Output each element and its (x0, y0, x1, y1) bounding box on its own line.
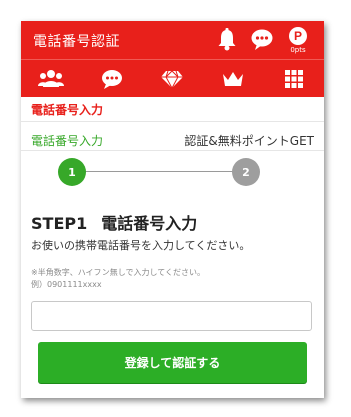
input-note-line1: ※半角数字、ハイフン無しで入力してください。 (31, 268, 205, 277)
form-description: お使いの携帯電話番号を入力してください。 (31, 239, 251, 252)
points-badge[interactable]: P 0pts (283, 25, 309, 55)
app-header: 電話番号認証 P 0pts (21, 21, 324, 59)
points-icon: P (289, 27, 307, 45)
step-labels: 電話番号入力 認証&無料ポイントGET (21, 130, 324, 151)
tab-diamond[interactable] (142, 60, 203, 97)
step1-label: 電話番号入力 (31, 134, 104, 148)
step-connector (72, 171, 247, 172)
form-heading-text: 電話番号入力 (101, 214, 198, 233)
page-title: 電話番号認証 (33, 34, 120, 50)
bell-icon[interactable] (214, 25, 240, 55)
app-frame: 電話番号認証 P 0pts 電話番号入力 電話番号入力 認証&無料ポイントGET… (21, 21, 324, 398)
crown-icon (223, 71, 244, 86)
form-heading-step: STEP1 (31, 214, 88, 233)
tab-crown[interactable] (203, 60, 264, 97)
tab-chat[interactable] (82, 60, 143, 97)
input-note-example: 例）0901111xxxx (31, 280, 102, 289)
step-progress: 1 2 (21, 151, 324, 191)
step2-indicator: 2 (232, 158, 260, 186)
step2-label: 認証&無料ポイントGET (184, 134, 314, 148)
tab-menu[interactable] (263, 60, 324, 97)
form-heading: STEP1 電話番号入力 (31, 210, 197, 234)
grid-icon (284, 69, 303, 88)
step1-indicator: 1 (58, 158, 86, 186)
section-header: 電話番号入力 (21, 96, 324, 122)
diamond-icon (161, 69, 184, 88)
people-icon (38, 69, 65, 87)
points-value: 0pts (290, 46, 306, 54)
chat-bubble-icon (101, 69, 122, 89)
input-note: ※半角数字、ハイフン無しで入力してください。 例）0901111xxxx (31, 267, 205, 291)
tab-people[interactable] (21, 60, 82, 97)
section-title: 電話番号入力 (31, 103, 104, 117)
phone-number-input[interactable] (31, 301, 312, 331)
chat-icon[interactable] (249, 25, 275, 55)
register-verify-button[interactable]: 登録して認証する (38, 342, 307, 383)
category-icon-bar (21, 59, 324, 97)
